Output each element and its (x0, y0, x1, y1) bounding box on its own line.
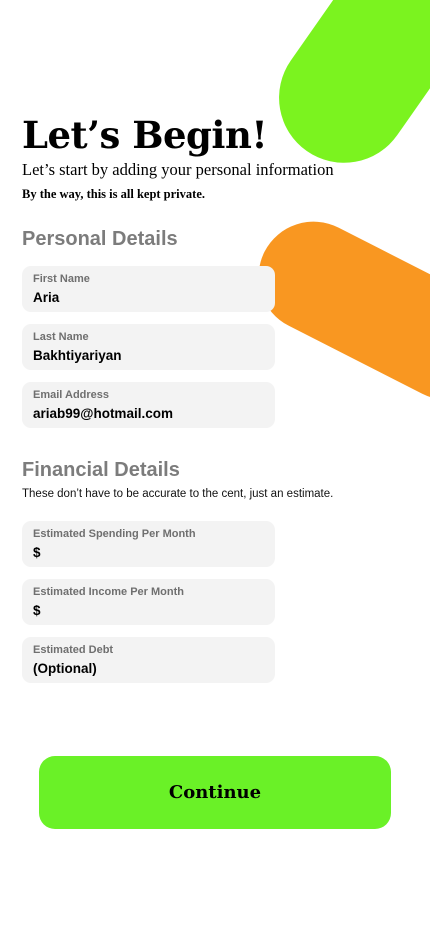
last-name-field[interactable]: Last Name Bakhtiyariyan (22, 324, 275, 370)
income-value[interactable]: $ (33, 603, 264, 619)
financial-details-note: These don’t have to be accurate to the c… (22, 488, 334, 500)
page-subtitle: Let’s start by adding your personal info… (22, 160, 334, 179)
email-value[interactable]: ariab99@hotmail.com (33, 406, 264, 422)
first-name-field[interactable]: First Name Aria (22, 266, 275, 312)
continue-button[interactable]: Continue (39, 756, 391, 829)
spending-field[interactable]: Estimated Spending Per Month $ (22, 521, 275, 567)
last-name-value[interactable]: Bakhtiyariyan (33, 348, 264, 364)
debt-label: Estimated Debt (33, 644, 114, 656)
financial-details-heading: Financial Details (22, 459, 180, 481)
first-name-label: First Name (33, 273, 90, 285)
debt-value[interactable]: (Optional) (33, 661, 264, 677)
last-name-label: Last Name (33, 331, 89, 343)
personal-details-heading: Personal Details (22, 228, 178, 250)
first-name-value[interactable]: Aria (33, 290, 264, 306)
privacy-note: By the way, this is all kept private. (22, 187, 205, 201)
spending-label: Estimated Spending Per Month (33, 528, 196, 540)
page-title: Let’s Begin! (22, 113, 268, 157)
email-label: Email Address (33, 389, 110, 401)
income-field[interactable]: Estimated Income Per Month $ (22, 579, 275, 625)
debt-field[interactable]: Estimated Debt (Optional) (22, 637, 275, 683)
spending-value[interactable]: $ (33, 545, 264, 561)
email-field[interactable]: Email Address ariab99@hotmail.com (22, 382, 275, 428)
income-label: Estimated Income Per Month (33, 586, 184, 598)
